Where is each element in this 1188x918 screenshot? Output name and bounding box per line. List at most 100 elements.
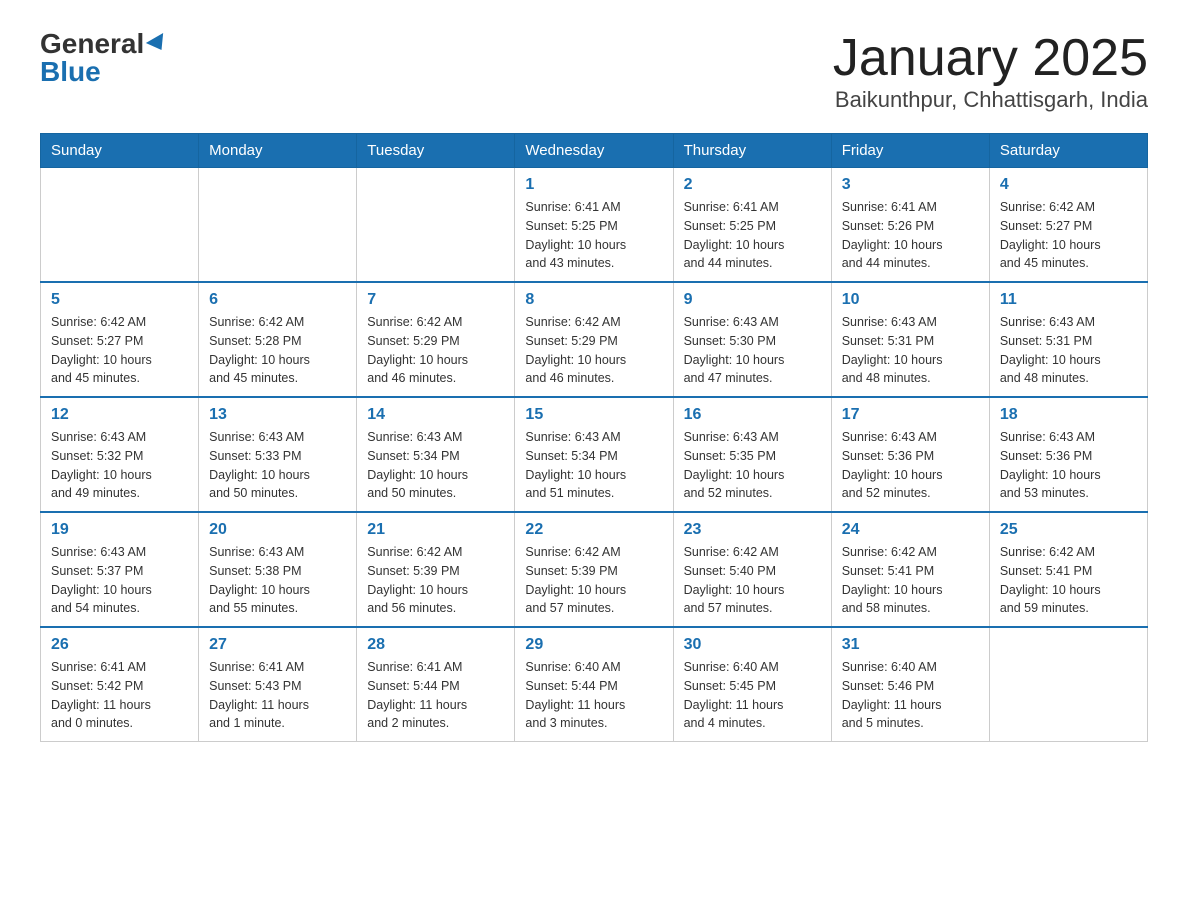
day-info: Sunrise: 6:43 AM Sunset: 5:34 PM Dayligh… xyxy=(367,428,504,503)
day-info: Sunrise: 6:42 AM Sunset: 5:27 PM Dayligh… xyxy=(1000,198,1137,273)
calendar-title: January 2025 xyxy=(833,30,1148,87)
day-info: Sunrise: 6:41 AM Sunset: 5:25 PM Dayligh… xyxy=(684,198,821,273)
day-info: Sunrise: 6:40 AM Sunset: 5:45 PM Dayligh… xyxy=(684,658,821,733)
calendar-cell xyxy=(199,168,357,283)
calendar-cell: 11 Sunrise: 6:43 AM Sunset: 5:31 PM Dayli… xyxy=(989,282,1147,397)
day-number: 12 xyxy=(51,406,188,424)
day-number: 23 xyxy=(684,521,821,539)
calendar-cell: 27 Sunrise: 6:41 AM Sunset: 5:43 PM Dayli… xyxy=(199,627,357,742)
day-info: Sunrise: 6:43 AM Sunset: 5:34 PM Dayligh… xyxy=(525,428,662,503)
calendar-cell: 20 Sunrise: 6:43 AM Sunset: 5:38 PM Dayli… xyxy=(199,512,357,627)
calendar-cell: 17Sunrise: 6:43 AM Sunset: 5:36 PM Dayli… xyxy=(831,397,989,512)
logo-general-text: General xyxy=(40,30,144,58)
weekday-header-monday: Monday xyxy=(199,134,357,168)
day-info: Sunrise: 6:42 AM Sunset: 5:27 PM Dayligh… xyxy=(51,313,188,388)
day-number: 11 xyxy=(1000,291,1137,309)
calendar-cell: 5 Sunrise: 6:42 AM Sunset: 5:27 PM Daylig… xyxy=(41,282,199,397)
day-number: 8 xyxy=(525,291,662,309)
day-info: Sunrise: 6:42 AM Sunset: 5:29 PM Dayligh… xyxy=(525,313,662,388)
calendar-cell xyxy=(41,168,199,283)
day-number: 2 xyxy=(684,176,821,194)
calendar-cell: 21 Sunrise: 6:42 AM Sunset: 5:39 PM Dayli… xyxy=(357,512,515,627)
day-info: Sunrise: 6:41 AM Sunset: 5:26 PM Dayligh… xyxy=(842,198,979,273)
day-number: 7 xyxy=(367,291,504,309)
day-number: 10 xyxy=(842,291,979,309)
day-info: Sunrise: 6:41 AM Sunset: 5:43 PM Dayligh… xyxy=(209,658,346,733)
calendar-week-row: 5 Sunrise: 6:42 AM Sunset: 5:27 PM Daylig… xyxy=(41,282,1148,397)
day-number: 9 xyxy=(684,291,821,309)
day-info: Sunrise: 6:42 AM Sunset: 5:41 PM Dayligh… xyxy=(842,543,979,618)
calendar-cell: 29 Sunrise: 6:40 AM Sunset: 5:44 PM Dayli… xyxy=(515,627,673,742)
day-info: Sunrise: 6:42 AM Sunset: 5:39 PM Dayligh… xyxy=(367,543,504,618)
calendar-cell xyxy=(989,627,1147,742)
day-number: 24 xyxy=(842,521,979,539)
calendar-cell: 31Sunrise: 6:40 AM Sunset: 5:46 PM Dayli… xyxy=(831,627,989,742)
calendar-cell: 15Sunrise: 6:43 AM Sunset: 5:34 PM Dayli… xyxy=(515,397,673,512)
calendar-table: SundayMondayTuesdayWednesdayThursdayFrid… xyxy=(40,133,1148,742)
day-number: 29 xyxy=(525,636,662,654)
day-info: Sunrise: 6:43 AM Sunset: 5:33 PM Dayligh… xyxy=(209,428,346,503)
calendar-cell: 28 Sunrise: 6:41 AM Sunset: 5:44 PM Dayli… xyxy=(357,627,515,742)
day-number: 16 xyxy=(684,406,821,424)
calendar-cell: 3Sunrise: 6:41 AM Sunset: 5:26 PM Daylig… xyxy=(831,168,989,283)
calendar-cell: 18Sunrise: 6:43 AM Sunset: 5:36 PM Dayli… xyxy=(989,397,1147,512)
day-number: 26 xyxy=(51,636,188,654)
calendar-cell xyxy=(357,168,515,283)
calendar-cell: 4 Sunrise: 6:42 AM Sunset: 5:27 PM Daylig… xyxy=(989,168,1147,283)
logo: General Blue xyxy=(40,30,168,86)
weekday-header-tuesday: Tuesday xyxy=(357,134,515,168)
day-number: 31 xyxy=(842,636,979,654)
day-info: Sunrise: 6:42 AM Sunset: 5:39 PM Dayligh… xyxy=(525,543,662,618)
calendar-cell: 2 Sunrise: 6:41 AM Sunset: 5:25 PM Daylig… xyxy=(673,168,831,283)
day-info: Sunrise: 6:43 AM Sunset: 5:31 PM Dayligh… xyxy=(1000,313,1137,388)
day-number: 14 xyxy=(367,406,504,424)
day-number: 5 xyxy=(51,291,188,309)
calendar-subtitle: Baikunthpur, Chhattisgarh, India xyxy=(833,87,1148,113)
weekday-header-friday: Friday xyxy=(831,134,989,168)
day-info: Sunrise: 6:42 AM Sunset: 5:28 PM Dayligh… xyxy=(209,313,346,388)
calendar-cell: 6 Sunrise: 6:42 AM Sunset: 5:28 PM Daylig… xyxy=(199,282,357,397)
day-info: Sunrise: 6:42 AM Sunset: 5:29 PM Dayligh… xyxy=(367,313,504,388)
day-info: Sunrise: 6:43 AM Sunset: 5:37 PM Dayligh… xyxy=(51,543,188,618)
day-number: 28 xyxy=(367,636,504,654)
day-info: Sunrise: 6:43 AM Sunset: 5:36 PM Dayligh… xyxy=(842,428,979,503)
day-number: 27 xyxy=(209,636,346,654)
day-number: 25 xyxy=(1000,521,1137,539)
logo-blue-text: Blue xyxy=(40,58,101,86)
logo-arrow-icon xyxy=(146,33,170,55)
calendar-cell: 22 Sunrise: 6:42 AM Sunset: 5:39 PM Dayli… xyxy=(515,512,673,627)
day-info: Sunrise: 6:43 AM Sunset: 5:31 PM Dayligh… xyxy=(842,313,979,388)
day-info: Sunrise: 6:41 AM Sunset: 5:42 PM Dayligh… xyxy=(51,658,188,733)
calendar-cell: 23 Sunrise: 6:42 AM Sunset: 5:40 PM Dayli… xyxy=(673,512,831,627)
day-number: 21 xyxy=(367,521,504,539)
day-info: Sunrise: 6:43 AM Sunset: 5:35 PM Dayligh… xyxy=(684,428,821,503)
calendar-cell: 24 Sunrise: 6:42 AM Sunset: 5:41 PM Dayli… xyxy=(831,512,989,627)
day-number: 4 xyxy=(1000,176,1137,194)
day-number: 13 xyxy=(209,406,346,424)
calendar-cell: 13 Sunrise: 6:43 AM Sunset: 5:33 PM Dayli… xyxy=(199,397,357,512)
day-info: Sunrise: 6:43 AM Sunset: 5:30 PM Dayligh… xyxy=(684,313,821,388)
weekday-header-sunday: Sunday xyxy=(41,134,199,168)
day-info: Sunrise: 6:42 AM Sunset: 5:40 PM Dayligh… xyxy=(684,543,821,618)
day-info: Sunrise: 6:43 AM Sunset: 5:32 PM Dayligh… xyxy=(51,428,188,503)
day-info: Sunrise: 6:40 AM Sunset: 5:44 PM Dayligh… xyxy=(525,658,662,733)
weekday-header-saturday: Saturday xyxy=(989,134,1147,168)
weekday-header-wednesday: Wednesday xyxy=(515,134,673,168)
page-header: General Blue January 2025 Baikunthpur, C… xyxy=(40,30,1148,113)
calendar-week-row: 26 Sunrise: 6:41 AM Sunset: 5:42 PM Dayli… xyxy=(41,627,1148,742)
day-info: Sunrise: 6:41 AM Sunset: 5:25 PM Dayligh… xyxy=(525,198,662,273)
calendar-header-row: SundayMondayTuesdayWednesdayThursdayFrid… xyxy=(41,134,1148,168)
day-info: Sunrise: 6:43 AM Sunset: 5:38 PM Dayligh… xyxy=(209,543,346,618)
day-number: 20 xyxy=(209,521,346,539)
calendar-cell: 12 Sunrise: 6:43 AM Sunset: 5:32 PM Dayli… xyxy=(41,397,199,512)
title-block: January 2025 Baikunthpur, Chhattisgarh, … xyxy=(833,30,1148,113)
calendar-cell: 16 Sunrise: 6:43 AM Sunset: 5:35 PM Dayli… xyxy=(673,397,831,512)
day-number: 6 xyxy=(209,291,346,309)
day-number: 30 xyxy=(684,636,821,654)
day-number: 22 xyxy=(525,521,662,539)
day-info: Sunrise: 6:41 AM Sunset: 5:44 PM Dayligh… xyxy=(367,658,504,733)
weekday-header-thursday: Thursday xyxy=(673,134,831,168)
day-number: 1 xyxy=(525,176,662,194)
calendar-cell: 14 Sunrise: 6:43 AM Sunset: 5:34 PM Dayli… xyxy=(357,397,515,512)
calendar-cell: 7 Sunrise: 6:42 AM Sunset: 5:29 PM Daylig… xyxy=(357,282,515,397)
